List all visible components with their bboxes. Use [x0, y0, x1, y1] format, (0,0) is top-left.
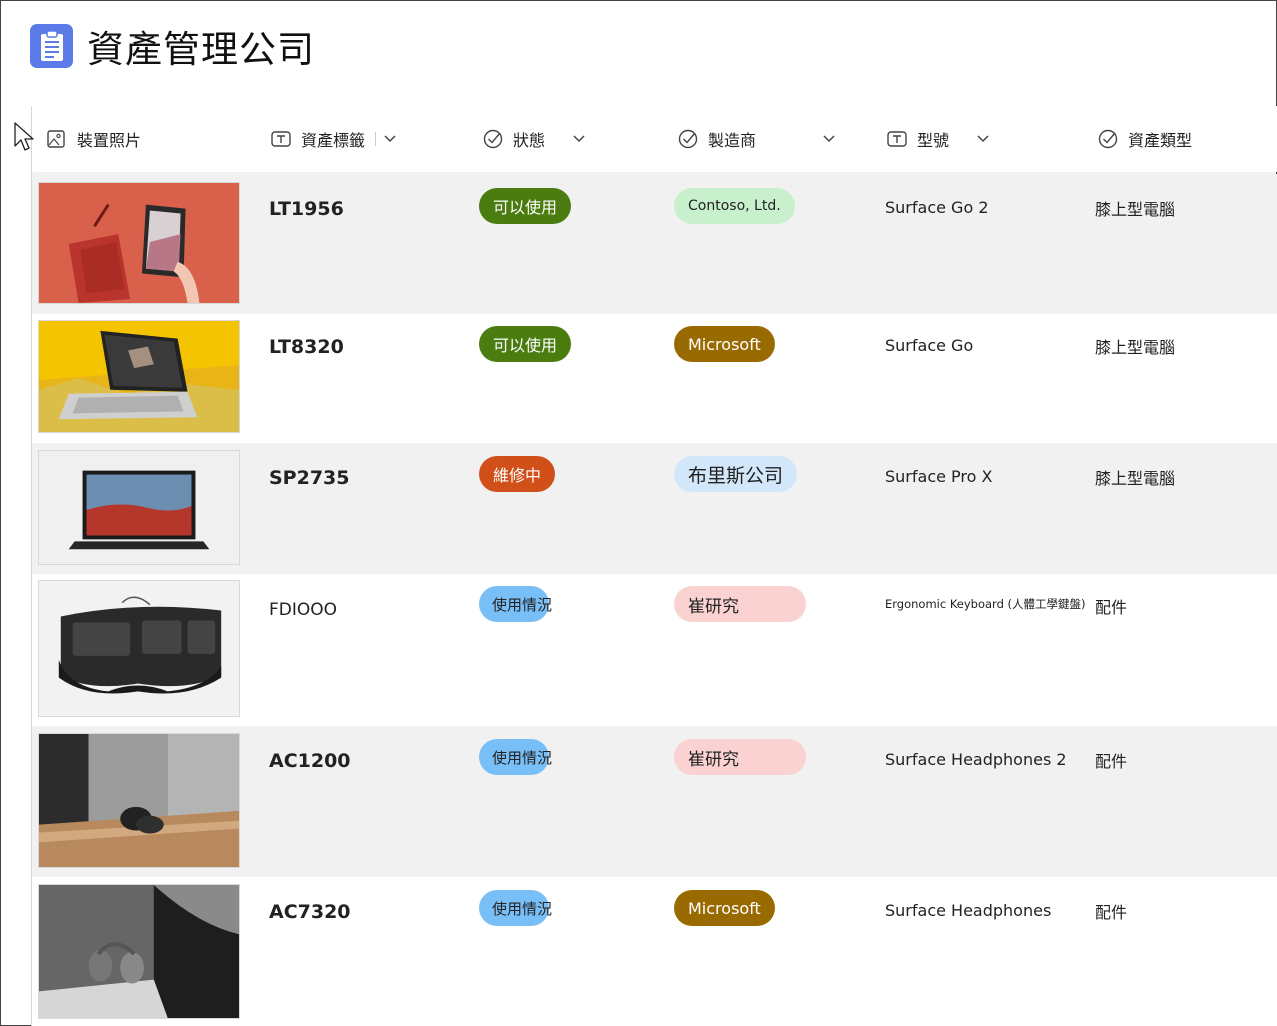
device-photo — [38, 884, 240, 1019]
status-badge[interactable]: 維修中 — [479, 456, 556, 492]
manufacturer-badge[interactable]: 布里斯公司 — [674, 456, 798, 492]
image-icon — [47, 129, 67, 149]
status-badge[interactable]: 使用情況 — [479, 739, 552, 775]
choice-icon — [678, 129, 698, 149]
asset-tag[interactable]: FDIOOO — [269, 600, 337, 620]
column-header-row: 裝置照片 資產標籤 狀態 製造商 型號 資產類型 — [32, 106, 1277, 172]
column-header-type[interactable]: 資產類型 — [1098, 106, 1192, 172]
manufacturer-badge[interactable]: Microsoft — [674, 890, 775, 926]
model-value[interactable]: Surface Go 2 — [885, 198, 989, 217]
manufacturer-badge[interactable]: Microsoft — [674, 326, 775, 362]
mouse-pointer-icon — [14, 122, 36, 156]
column-header-tag[interactable]: 資產標籤 — [271, 106, 396, 172]
status-badge[interactable]: 使用情況 — [479, 586, 552, 622]
column-header-tag-label: 資產標籤 — [301, 131, 366, 150]
model-value[interactable]: Surface Headphones 2 — [885, 750, 1067, 769]
column-header-model[interactable]: 型號 — [887, 106, 989, 172]
manufacturer-badge[interactable]: 崔研究 — [674, 586, 806, 622]
device-photo — [38, 450, 240, 565]
column-header-maker[interactable]: 製造商 — [678, 106, 835, 172]
text-icon — [887, 129, 907, 149]
manufacturer-badge[interactable]: 崔研究 — [674, 739, 806, 775]
column-header-type-label: 資產類型 — [1128, 131, 1193, 150]
column-divider — [375, 132, 377, 146]
model-value[interactable]: Surface Pro X — [885, 467, 992, 486]
manufacturer-badge[interactable]: Contoso, Ltd. — [674, 188, 795, 224]
device-photo — [38, 733, 240, 868]
app-header: 資產管理公司 — [30, 20, 315, 72]
asset-type-value[interactable]: 膝上型電腦 — [1095, 196, 1175, 220]
asset-list: 裝置照片 資產標籤 狀態 製造商 型號 資產類型 LT1956 可以使用 Con… — [31, 106, 1277, 1026]
chevron-down-icon[interactable] — [384, 135, 396, 143]
choice-icon — [1098, 129, 1118, 149]
asset-type-value[interactable]: 配件 — [1095, 748, 1127, 772]
chevron-down-icon[interactable] — [573, 135, 585, 143]
table-row[interactable]: SP2735 維修中 布里斯公司 Surface Pro X 膝上型電腦 — [32, 443, 1277, 574]
column-header-photo-label: 裝置照片 — [77, 131, 142, 150]
table-row[interactable]: AC7320 使用情況 Microsoft Surface Headphones… — [32, 877, 1277, 1026]
status-badge[interactable]: 使用情況 — [479, 890, 552, 926]
table-row[interactable]: LT1956 可以使用 Contoso, Ltd. Surface Go 2 膝… — [32, 174, 1277, 314]
column-header-photo[interactable]: 裝置照片 — [47, 106, 141, 172]
status-badge[interactable]: 可以使用 — [479, 326, 572, 362]
asset-tag[interactable]: AC1200 — [269, 750, 351, 772]
device-photo — [38, 182, 240, 304]
asset-tag[interactable]: AC7320 — [269, 901, 351, 923]
column-header-model-label: 型號 — [917, 131, 950, 150]
model-value[interactable]: Ergonomic Keyboard (人體工學鍵盤) — [885, 596, 1086, 612]
column-header-status[interactable]: 狀態 — [483, 106, 585, 172]
table-row[interactable]: FDIOOO 使用情況 崔研究 Ergonomic Keyboard (人體工學… — [32, 574, 1277, 726]
text-icon — [271, 129, 291, 149]
asset-tag[interactable]: LT8320 — [269, 336, 344, 358]
asset-type-value[interactable]: 配件 — [1095, 594, 1127, 618]
model-value[interactable]: Surface Headphones — [885, 901, 1051, 920]
app-title: 資產管理公司 — [87, 28, 315, 71]
chevron-down-icon[interactable] — [823, 135, 835, 143]
asset-type-value[interactable]: 膝上型電腦 — [1095, 465, 1175, 489]
asset-type-value[interactable]: 配件 — [1095, 899, 1127, 923]
choice-icon — [483, 129, 503, 149]
asset-type-value[interactable]: 膝上型電腦 — [1095, 334, 1175, 358]
column-header-maker-label: 製造商 — [708, 131, 757, 150]
device-photo — [38, 580, 240, 717]
clipboard-icon — [30, 24, 73, 68]
table-row[interactable]: LT8320 可以使用 Microsoft Surface Go 膝上型電腦 — [32, 314, 1277, 443]
device-photo — [38, 320, 240, 433]
status-badge[interactable]: 可以使用 — [479, 188, 572, 224]
column-header-status-label: 狀態 — [513, 131, 546, 150]
asset-tag[interactable]: SP2735 — [269, 467, 350, 489]
chevron-down-icon[interactable] — [977, 135, 989, 143]
asset-tag[interactable]: LT1956 — [269, 198, 344, 220]
table-row[interactable]: AC1200 使用情況 崔研究 Surface Headphones 2 配件 — [32, 726, 1277, 877]
model-value[interactable]: Surface Go — [885, 336, 973, 355]
